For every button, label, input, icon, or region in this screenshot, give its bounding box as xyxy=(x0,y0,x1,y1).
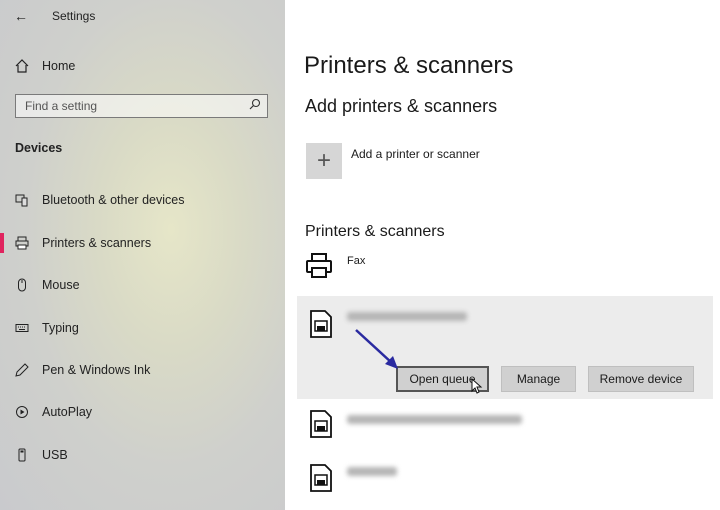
sidebar-item-label: Printers & scanners xyxy=(42,236,152,250)
section-heading-devices: Devices xyxy=(15,141,63,155)
window-title: Settings xyxy=(52,9,96,23)
fax-printer-icon xyxy=(305,253,333,285)
sidebar-item-usb[interactable]: USB xyxy=(14,447,68,463)
page-title: Printers & scanners xyxy=(304,52,514,79)
section-heading-list: Printers & scanners xyxy=(305,223,445,240)
search-icon[interactable] xyxy=(249,98,261,113)
document-printer-icon xyxy=(309,464,333,497)
printer-name-fax[interactable]: Fax xyxy=(347,255,365,267)
manage-button[interactable]: Manage xyxy=(501,366,576,392)
sidebar-item-label: Home xyxy=(42,59,76,73)
sidebar-item-home[interactable]: Home xyxy=(14,58,75,74)
add-printer-label[interactable]: Add a printer or scanner xyxy=(351,147,480,161)
main-content: Printers & scanners Add printers & scann… xyxy=(285,0,720,510)
annotation-arrow xyxy=(355,329,398,369)
sidebar-item-label: USB xyxy=(42,448,68,462)
section-heading-add: Add printers & scanners xyxy=(305,96,498,116)
pen-icon xyxy=(14,362,30,378)
add-printer-button[interactable]: + xyxy=(306,143,342,179)
active-indicator xyxy=(0,233,4,253)
sidebar-item-printers[interactable]: Printers & scanners xyxy=(14,235,151,251)
printer-icon xyxy=(14,235,30,251)
plus-icon: + xyxy=(316,147,331,174)
back-arrow-icon[interactable]: ← xyxy=(14,8,28,24)
mouse-pointer-icon xyxy=(471,377,483,397)
search-input[interactable]: Find a setting xyxy=(15,94,268,118)
sidebar-item-label: Mouse xyxy=(42,278,80,292)
remove-device-button[interactable]: Remove device xyxy=(588,366,694,392)
sidebar-item-mouse[interactable]: Mouse xyxy=(14,277,80,293)
document-printer-icon xyxy=(309,310,333,343)
autoplay-icon xyxy=(14,404,30,420)
mouse-icon xyxy=(14,277,30,293)
sidebar: ← Settings Home Find a setting Devices B… xyxy=(0,0,285,510)
keyboard-icon xyxy=(14,320,30,336)
document-printer-icon xyxy=(309,410,333,443)
sidebar-item-label: Typing xyxy=(42,321,79,335)
sidebar-item-label: Pen & Windows Ink xyxy=(42,363,151,377)
usb-icon xyxy=(14,447,30,463)
sidebar-item-pen[interactable]: Pen & Windows Ink xyxy=(14,362,150,378)
sidebar-item-bluetooth[interactable]: Bluetooth & other devices xyxy=(14,192,184,208)
bluetooth-devices-icon xyxy=(14,192,30,208)
sidebar-item-typing[interactable]: Typing xyxy=(14,320,79,336)
title-bar: ← Settings xyxy=(14,8,95,24)
redacted-printer-name xyxy=(347,415,522,424)
sidebar-item-autoplay[interactable]: AutoPlay xyxy=(14,404,92,420)
home-icon xyxy=(14,58,30,74)
redacted-printer-name xyxy=(347,467,397,476)
search-placeholder: Find a setting xyxy=(25,99,98,113)
sidebar-item-label: AutoPlay xyxy=(42,405,93,419)
redacted-printer-name xyxy=(347,312,467,321)
sidebar-item-label: Bluetooth & other devices xyxy=(42,193,185,207)
